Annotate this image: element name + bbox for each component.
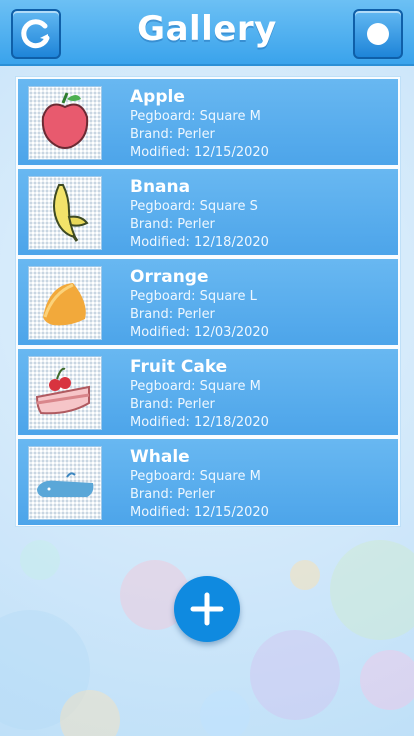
list-item[interactable]: Fruit Cake Pegboard: Square M Brand: Per… [18, 349, 398, 435]
plus-icon [190, 592, 224, 626]
list-item[interactable]: Whale Pegboard: Square M Brand: Perler M… [18, 439, 398, 525]
banana-icon [53, 184, 89, 242]
item-brand: Brand: Perler [130, 397, 215, 412]
item-brand: Brand: Perler [130, 217, 215, 232]
cake-icon [35, 367, 90, 415]
thumbnail [28, 176, 102, 250]
thumbnail [28, 86, 102, 160]
apple-icon [41, 92, 89, 149]
item-name: Apple [130, 87, 185, 107]
page-title: Gallery [137, 9, 277, 49]
item-name: Whale [130, 447, 190, 467]
item-name: Orrange [130, 267, 209, 287]
item-brand: Brand: Perler [130, 307, 215, 322]
list-item[interactable]: Bnana Pegboard: Square S Brand: Perler M… [18, 169, 398, 255]
item-brand: Brand: Perler [130, 487, 215, 502]
thumbnail [28, 446, 102, 520]
gallery-list: Apple Pegboard: Square M Brand: Perler M… [15, 76, 401, 527]
item-modified: Modified: 12/15/2020 [130, 505, 269, 520]
app-header: Gallery [0, 0, 414, 66]
record-button[interactable] [353, 9, 403, 59]
circle-icon [367, 23, 389, 45]
item-pegboard: Pegboard: Square M [130, 469, 261, 484]
item-pegboard: Pegboard: Square M [130, 109, 261, 124]
item-brand: Brand: Perler [130, 127, 215, 142]
item-modified: Modified: 12/18/2020 [130, 415, 269, 430]
item-modified: Modified: 12/18/2020 [130, 235, 269, 250]
thumbnail [28, 356, 102, 430]
thumbnail [28, 266, 102, 340]
add-button[interactable] [174, 576, 240, 642]
orange-icon [43, 283, 86, 326]
whale-icon [37, 472, 94, 497]
item-modified: Modified: 12/03/2020 [130, 325, 269, 340]
item-modified: Modified: 12/15/2020 [130, 145, 269, 160]
item-pegboard: Pegboard: Square S [130, 199, 258, 214]
list-item[interactable]: Apple Pegboard: Square M Brand: Perler M… [18, 79, 398, 165]
item-pegboard: Pegboard: Square M [130, 379, 261, 394]
item-name: Fruit Cake [130, 357, 228, 377]
item-name: Bnana [130, 177, 191, 197]
item-pegboard: Pegboard: Square L [130, 289, 257, 304]
list-item[interactable]: Orrange Pegboard: Square L Brand: Perler… [18, 259, 398, 345]
